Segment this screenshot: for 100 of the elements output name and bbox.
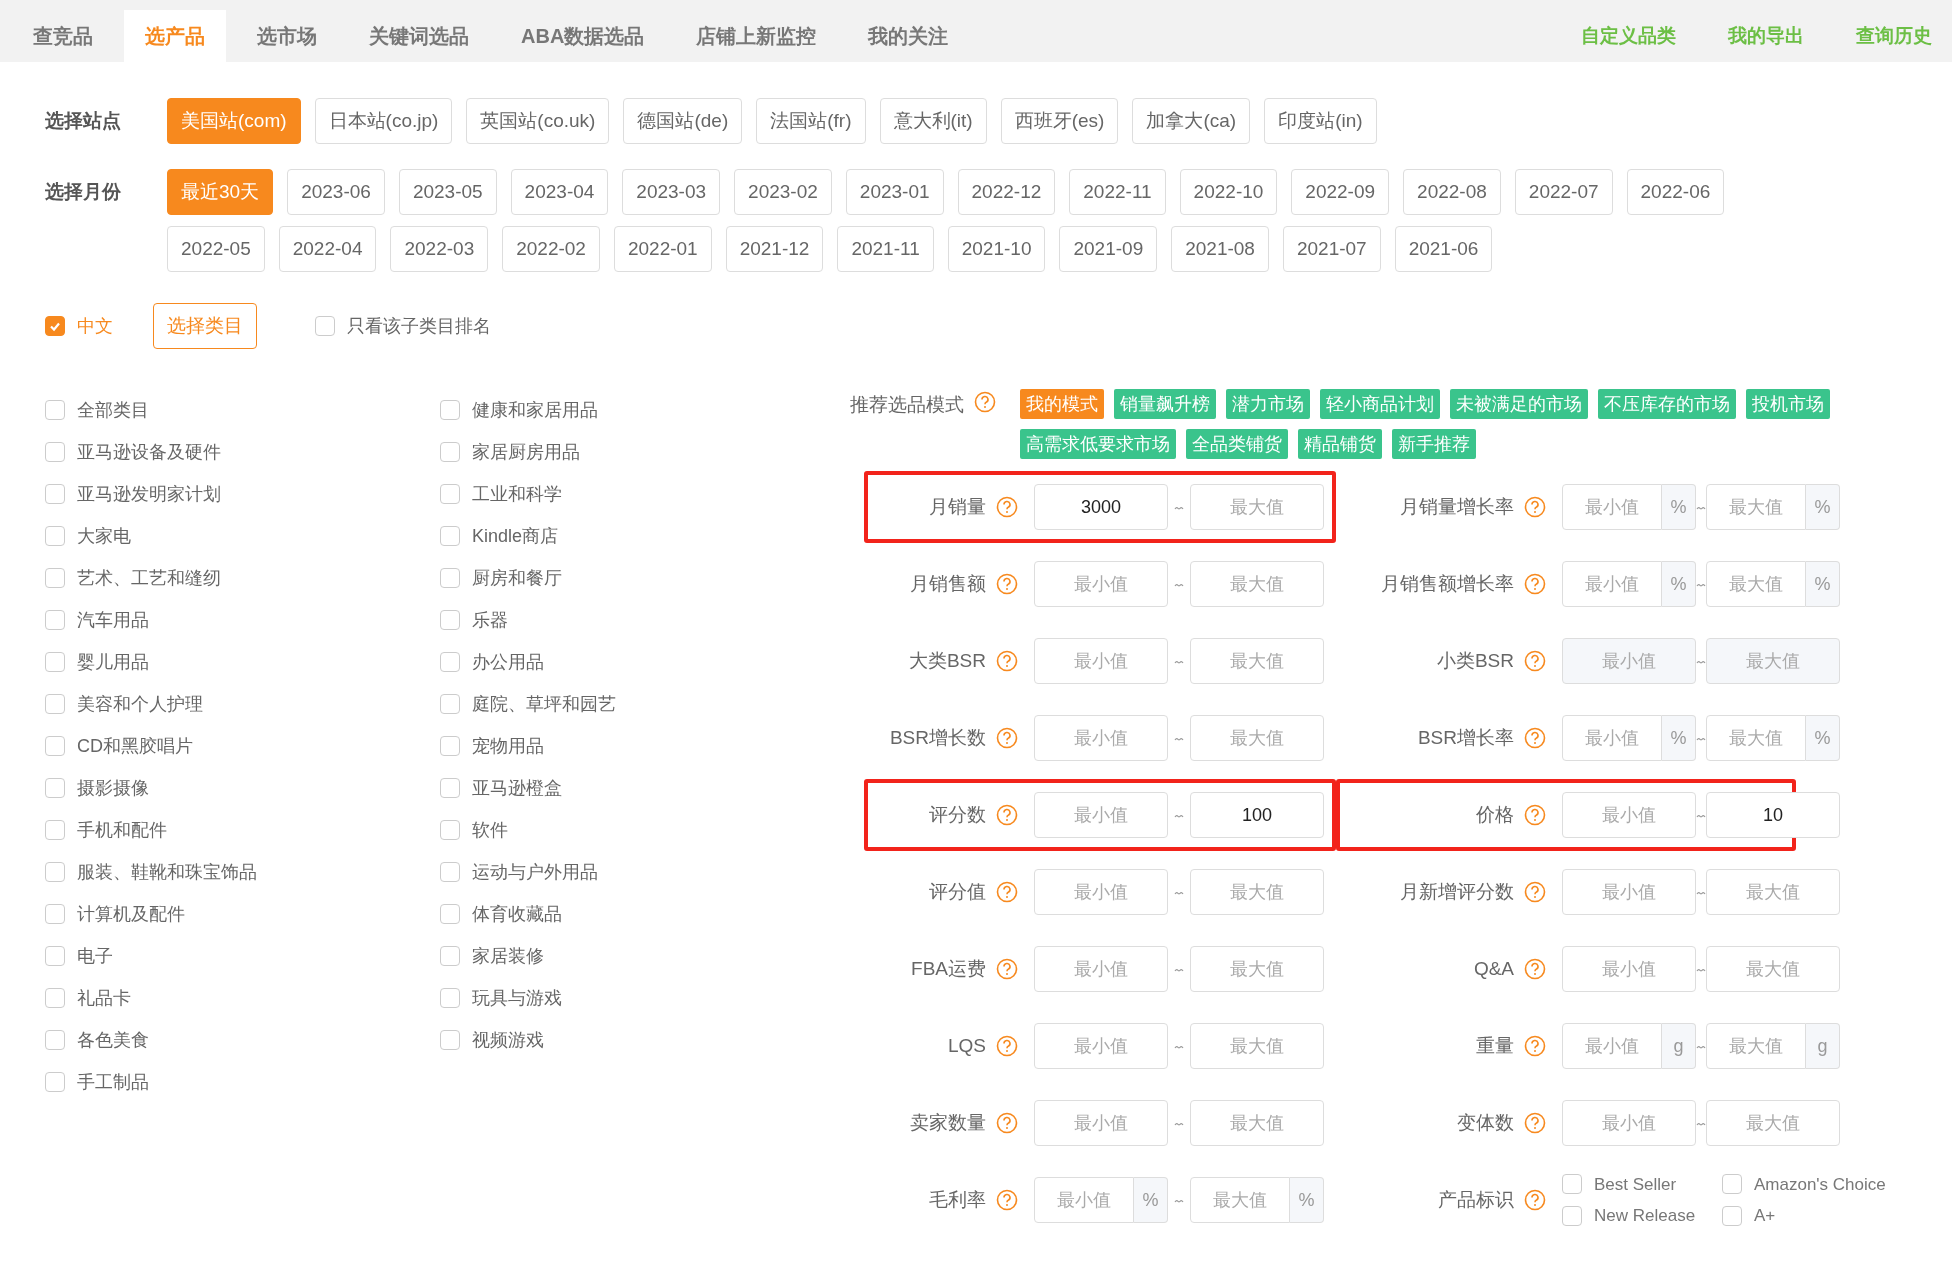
min-field[interactable]: 最小值 <box>1562 484 1662 530</box>
min-field[interactable]: 最小值 <box>1562 1023 1662 1069</box>
checkbox[interactable] <box>440 988 460 1008</box>
max-field[interactable]: 最大值 <box>1190 946 1324 992</box>
option-button[interactable]: 2023-05 <box>398 169 497 215</box>
max-field[interactable]: 最大值 <box>1706 946 1840 992</box>
help-icon[interactable] <box>1524 727 1546 749</box>
option-button[interactable]: 2022-05 <box>167 226 265 272</box>
tab[interactable]: 店铺上新监控 <box>675 10 838 62</box>
checkbox[interactable] <box>45 820 65 840</box>
min-field[interactable]: 最小值 <box>1034 715 1168 761</box>
option-button[interactable]: 2022-10 <box>1179 169 1278 215</box>
help-icon[interactable] <box>996 958 1018 980</box>
option-button[interactable]: 2022-11 <box>1069 169 1166 215</box>
max-field[interactable]: 最大值 <box>1190 638 1324 684</box>
help-icon[interactable] <box>996 573 1018 595</box>
max-field[interactable]: 最大值 <box>1706 1100 1840 1146</box>
option-button[interactable]: 2022-02 <box>502 226 600 272</box>
checkbox[interactable] <box>45 652 65 672</box>
tab[interactable]: ABA数据选品 <box>500 10 666 62</box>
checkbox[interactable] <box>45 862 65 882</box>
option-button[interactable]: 2021-09 <box>1059 226 1158 272</box>
help-icon[interactable] <box>996 727 1018 749</box>
checkbox[interactable] <box>440 1030 460 1050</box>
checkbox[interactable] <box>45 1072 65 1092</box>
help-icon[interactable] <box>996 496 1018 518</box>
checkbox[interactable] <box>45 778 65 798</box>
option-button[interactable]: 英国站(co.uk) <box>466 98 610 144</box>
option-button[interactable]: 加拿大(ca) <box>1132 98 1251 144</box>
checkbox[interactable] <box>440 526 460 546</box>
checkbox[interactable] <box>440 652 460 672</box>
max-field[interactable]: 最大值 <box>1190 561 1324 607</box>
option-button[interactable]: 2022-09 <box>1291 169 1390 215</box>
tab[interactable]: 选市场 <box>236 10 338 62</box>
checkbox[interactable] <box>45 946 65 966</box>
help-icon[interactable] <box>996 804 1018 826</box>
min-field[interactable]: 最小值 <box>1034 638 1168 684</box>
checkbox[interactable] <box>45 904 65 924</box>
max-field[interactable]: 最大值 <box>1190 869 1324 915</box>
help-icon[interactable] <box>974 391 996 413</box>
help-icon[interactable] <box>1524 958 1546 980</box>
min-field[interactable]: 最小值 <box>1562 1100 1696 1146</box>
option-button[interactable]: 2021-10 <box>947 226 1046 272</box>
option-button[interactable]: 2021-07 <box>1282 226 1381 272</box>
checkbox[interactable] <box>440 694 460 714</box>
checkbox[interactable] <box>1562 1174 1582 1195</box>
option-button[interactable]: 2022-12 <box>957 169 1056 215</box>
min-field[interactable]: 最小值 <box>1562 946 1696 992</box>
max-field[interactable]: 最大值 <box>1706 869 1840 915</box>
max-field[interactable]: 最大值 <box>1190 1100 1324 1146</box>
help-icon[interactable] <box>996 1035 1018 1057</box>
min-field[interactable]: 最小值 <box>1562 869 1696 915</box>
max-field[interactable]: 最大值 <box>1190 715 1324 761</box>
help-icon[interactable] <box>1524 881 1546 903</box>
max-field[interactable]: 100 <box>1190 792 1324 838</box>
max-field[interactable]: 最大值 <box>1190 484 1324 530</box>
help-icon[interactable] <box>996 1189 1018 1211</box>
tab[interactable]: 查竞品 <box>12 10 114 62</box>
checkbox[interactable] <box>440 736 460 756</box>
option-button[interactable]: 意大利(it) <box>879 98 987 144</box>
max-field[interactable]: 最大值 <box>1190 1177 1290 1223</box>
checkbox[interactable] <box>45 442 65 462</box>
checkbox[interactable] <box>45 988 65 1008</box>
help-icon[interactable] <box>1524 804 1546 826</box>
option-button[interactable]: 2021-08 <box>1171 226 1269 272</box>
option-button[interactable]: 2023-02 <box>734 169 832 215</box>
checkbox[interactable] <box>45 568 65 588</box>
min-field[interactable]: 最小值 <box>1034 1100 1168 1146</box>
option-button[interactable]: 2022-04 <box>278 226 377 272</box>
option-button[interactable]: 印度站(in) <box>1264 98 1377 144</box>
checkbox[interactable] <box>45 526 65 546</box>
checkbox[interactable] <box>45 484 65 504</box>
help-icon[interactable] <box>1524 1112 1546 1134</box>
checkbox[interactable] <box>440 946 460 966</box>
option-button[interactable]: 2021-06 <box>1394 226 1493 272</box>
checkbox[interactable] <box>440 862 460 882</box>
checkbox[interactable] <box>440 904 460 924</box>
option-button[interactable]: 2022-07 <box>1514 169 1613 215</box>
max-field[interactable]: 最大值 <box>1190 1023 1324 1069</box>
min-field[interactable]: 最小值 <box>1562 561 1662 607</box>
checkbox[interactable] <box>440 400 460 420</box>
checkbox[interactable] <box>45 694 65 714</box>
min-field[interactable]: 最小值 <box>1034 561 1168 607</box>
tab[interactable]: 我的关注 <box>847 10 970 62</box>
checkbox[interactable] <box>1722 1174 1742 1195</box>
min-field[interactable]: 最小值 <box>1034 1023 1168 1069</box>
min-field[interactable]: 最小值 <box>1562 792 1696 838</box>
help-icon[interactable] <box>996 881 1018 903</box>
checkbox[interactable] <box>45 316 65 336</box>
option-button[interactable]: 德国站(de) <box>623 98 743 144</box>
option-button[interactable]: 2022-01 <box>613 226 712 272</box>
help-icon[interactable] <box>1524 573 1546 595</box>
min-field[interactable]: 最小值 <box>1034 1177 1134 1223</box>
option-button[interactable]: 法国站(fr) <box>756 98 866 144</box>
checkbox[interactable] <box>440 568 460 588</box>
min-field[interactable]: 最小值 <box>1034 792 1168 838</box>
min-field[interactable]: 最小值 <box>1562 715 1662 761</box>
max-field[interactable]: 最大值 <box>1706 715 1806 761</box>
checkbox[interactable] <box>440 820 460 840</box>
checkbox[interactable] <box>440 610 460 630</box>
